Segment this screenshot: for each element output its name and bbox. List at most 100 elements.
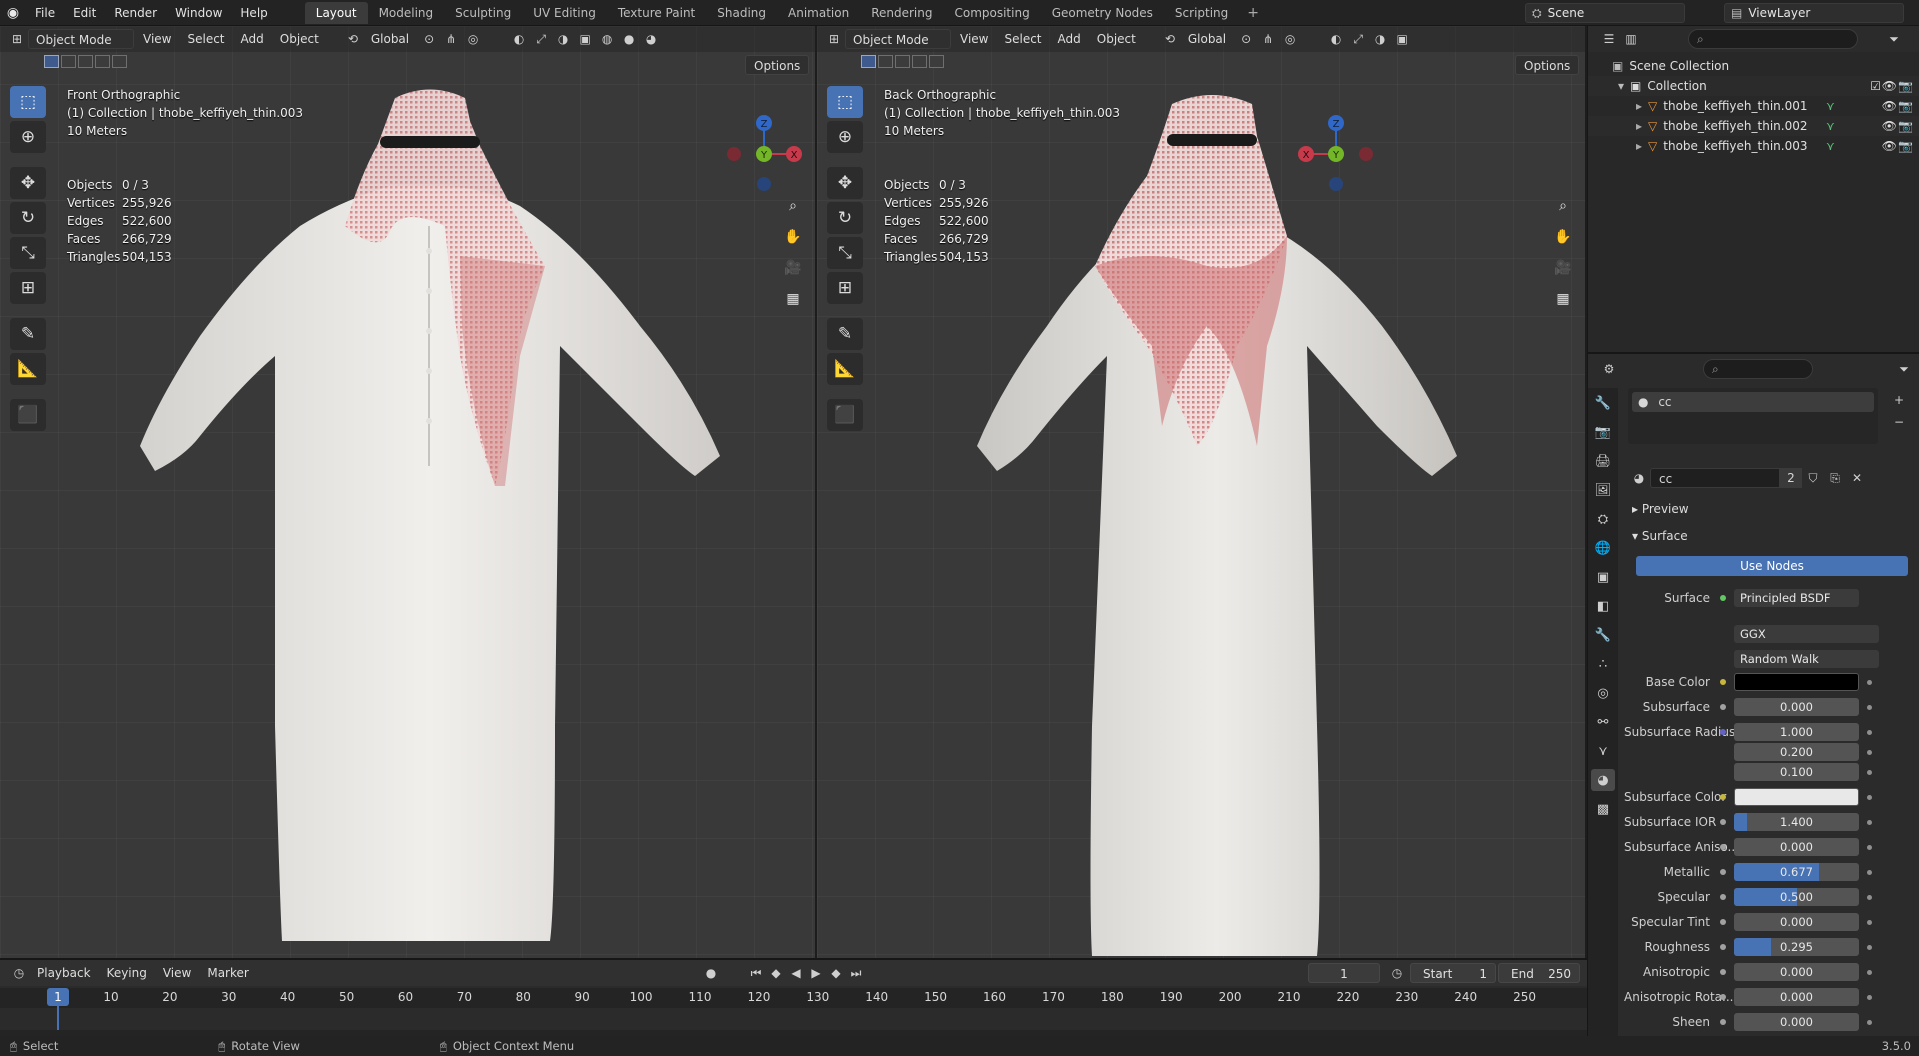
menu-playback[interactable]: Playback — [30, 963, 98, 983]
keyframe-dot-icon[interactable] — [1867, 819, 1872, 825]
viewport-front[interactable]: ⊞ Object Mode View Select Add Object ⟲ G… — [0, 26, 815, 958]
keyframe-dot-icon[interactable] — [1867, 679, 1872, 685]
input-socket-icon[interactable] — [1720, 704, 1726, 710]
tab-geometry-nodes[interactable]: Geometry Nodes — [1041, 2, 1164, 24]
use-nodes-button[interactable]: Use Nodes — [1636, 556, 1908, 576]
data-tab-icon[interactable]: ⋎ — [1591, 740, 1615, 762]
eye-icon[interactable]: 👁 — [1882, 76, 1897, 96]
viewport-back[interactable]: ⊞ Object Mode View Select Add Object ⟲ G… — [817, 26, 1585, 958]
mesh-data-icon[interactable]: ⋎ — [1826, 96, 1835, 116]
tab-animation[interactable]: Animation — [777, 2, 860, 24]
subsurface-method-dropdown[interactable]: Random Walk — [1734, 650, 1879, 668]
value-slider[interactable]: 0.100 — [1734, 763, 1859, 781]
eye-icon[interactable]: 👁 — [1882, 136, 1897, 156]
keyframe-dot-icon[interactable] — [1867, 994, 1872, 1000]
value-slider[interactable]: 1.400 — [1734, 813, 1859, 831]
value-slider[interactable]: 1.000 — [1734, 723, 1859, 741]
tab-uv-editing[interactable]: UV Editing — [522, 2, 607, 24]
mesh-data-icon[interactable]: ⋎ — [1826, 136, 1835, 156]
browse-material-icon[interactable]: ◕ — [1628, 468, 1650, 488]
tab-compositing[interactable]: Compositing — [943, 2, 1040, 24]
value-slider[interactable]: 0.295 — [1734, 938, 1859, 956]
outliner-object-row[interactable]: ▸ ▽ thobe_keffiyeh_thin.003 ⋎ 👁 📷 — [1588, 136, 1919, 156]
input-socket-icon[interactable] — [1720, 729, 1726, 735]
properties-search-input[interactable]: ⌕ — [1703, 359, 1813, 379]
outliner-search-input[interactable]: ⌕ — [1688, 29, 1858, 49]
value-slider[interactable]: 0.000 — [1734, 838, 1859, 856]
tab-shading[interactable]: Shading — [706, 2, 777, 24]
scene-collection-row[interactable]: ▣ Scene Collection — [1588, 56, 1919, 76]
duplicate-material-icon[interactable]: ⎘ — [1824, 468, 1846, 488]
menu-edit[interactable]: Edit — [64, 0, 105, 26]
tool-tab-icon[interactable]: 🔧 — [1591, 392, 1615, 414]
constraints-tab-icon[interactable]: ⚯ — [1591, 711, 1615, 733]
menu-window[interactable]: Window — [166, 0, 231, 26]
value-slider[interactable]: 0.000 — [1734, 698, 1859, 716]
keyframe-dot-icon[interactable] — [1867, 919, 1872, 925]
tab-layout[interactable]: Layout — [304, 1, 368, 24]
input-socket-icon[interactable] — [1720, 794, 1726, 800]
render-camera-icon[interactable]: 📷 — [1898, 116, 1913, 136]
value-slider[interactable]: 0.000 — [1734, 963, 1859, 981]
end-frame-field[interactable]: End 250 — [1498, 963, 1580, 983]
value-slider[interactable]: 0.677 — [1734, 863, 1859, 881]
filter-icon[interactable]: ⏷ — [1883, 29, 1905, 49]
keyframe-dot-icon[interactable] — [1867, 729, 1872, 735]
ortho-grid-icon[interactable]: ▦ — [780, 286, 806, 312]
navigation-gizmo[interactable]: Z X Y — [1296, 111, 1376, 191]
menu-marker[interactable]: Marker — [200, 963, 255, 983]
world-tab-icon[interactable]: 🌐 — [1591, 537, 1615, 559]
play-icon[interactable]: ▶ — [805, 963, 827, 983]
material-slot-item[interactable]: ● cc — [1632, 392, 1874, 412]
playhead[interactable]: 1 — [47, 988, 69, 1006]
blender-logo-icon[interactable]: ◉ — [0, 0, 26, 26]
jump-start-icon[interactable]: ⏮ — [745, 963, 767, 983]
value-slider[interactable]: 0.500 — [1734, 888, 1859, 906]
render-camera-icon[interactable]: 📷 — [1898, 96, 1913, 116]
display-mode-icon[interactable]: ▥ — [1620, 29, 1642, 49]
keyframe-dot-icon[interactable] — [1867, 704, 1872, 710]
object-tab-icon[interactable]: ◧ — [1591, 595, 1615, 617]
keyframe-dot-icon[interactable] — [1867, 844, 1872, 850]
physics-tab-icon[interactable]: ◎ — [1591, 682, 1615, 704]
preview-panel-header[interactable]: ▸ Preview — [1632, 502, 1689, 516]
timeline-editor-icon[interactable]: ◷ — [8, 963, 30, 983]
modifier-tab-icon[interactable]: 🔧 — [1591, 624, 1615, 646]
input-socket-icon[interactable] — [1720, 819, 1726, 825]
jump-end-icon[interactable]: ⏭ — [845, 963, 867, 983]
pan-hand-icon[interactable]: ✋ — [780, 224, 806, 250]
eye-icon[interactable]: 👁 — [1882, 116, 1897, 136]
input-socket-icon[interactable] — [1720, 679, 1726, 685]
start-frame-field[interactable]: Start 1 — [1410, 963, 1496, 983]
menu-view[interactable]: View — [156, 963, 198, 983]
render-tab-icon[interactable]: 📷 — [1591, 421, 1615, 443]
eye-icon[interactable]: 👁 — [1882, 96, 1897, 116]
surface-panel-header[interactable]: ▾ Surface — [1632, 529, 1688, 543]
camera-view-icon[interactable]: 🎥 — [1550, 255, 1576, 281]
outliner-object-row[interactable]: ▸ ▽ thobe_keffiyeh_thin.001 ⋎ 👁 📷 — [1588, 96, 1919, 116]
distribution-dropdown[interactable]: GGX — [1734, 625, 1879, 643]
value-slider[interactable]: 0.000 — [1734, 913, 1859, 931]
mesh-data-icon[interactable]: ⋎ — [1826, 116, 1835, 136]
add-slot-icon[interactable]: + — [1888, 390, 1910, 410]
current-frame-field[interactable]: 1 — [1308, 963, 1380, 983]
tab-scripting[interactable]: Scripting — [1164, 2, 1239, 24]
fake-user-icon[interactable]: ⛉ — [1802, 468, 1824, 488]
collection-row[interactable]: ▾ ▣ Collection ☑ 👁 📷 — [1588, 76, 1919, 96]
input-socket-icon[interactable] — [1720, 919, 1726, 925]
clock-icon[interactable]: ◷ — [1386, 963, 1408, 983]
tab-texture-paint[interactable]: Texture Paint — [607, 2, 706, 24]
menu-help[interactable]: Help — [231, 0, 276, 26]
input-socket-icon[interactable] — [1720, 869, 1726, 875]
view-layer-selector[interactable]: ▤ ViewLayer — [1724, 3, 1904, 23]
outliner-editor-icon[interactable]: ☰ — [1598, 29, 1620, 49]
menu-keying[interactable]: Keying — [100, 963, 154, 983]
output-tab-icon[interactable]: 🖨 — [1591, 450, 1615, 472]
keyframe-dot-icon[interactable] — [1867, 969, 1872, 975]
properties-options-icon[interactable]: ⏷ — [1893, 359, 1915, 379]
record-icon[interactable]: ● — [700, 963, 722, 983]
tab-sculpting[interactable]: Sculpting — [444, 2, 522, 24]
scene-selector[interactable]: ⛭ Scene — [1525, 3, 1685, 23]
value-slider[interactable]: 0.000 — [1734, 988, 1859, 1006]
color-swatch[interactable] — [1734, 788, 1859, 806]
